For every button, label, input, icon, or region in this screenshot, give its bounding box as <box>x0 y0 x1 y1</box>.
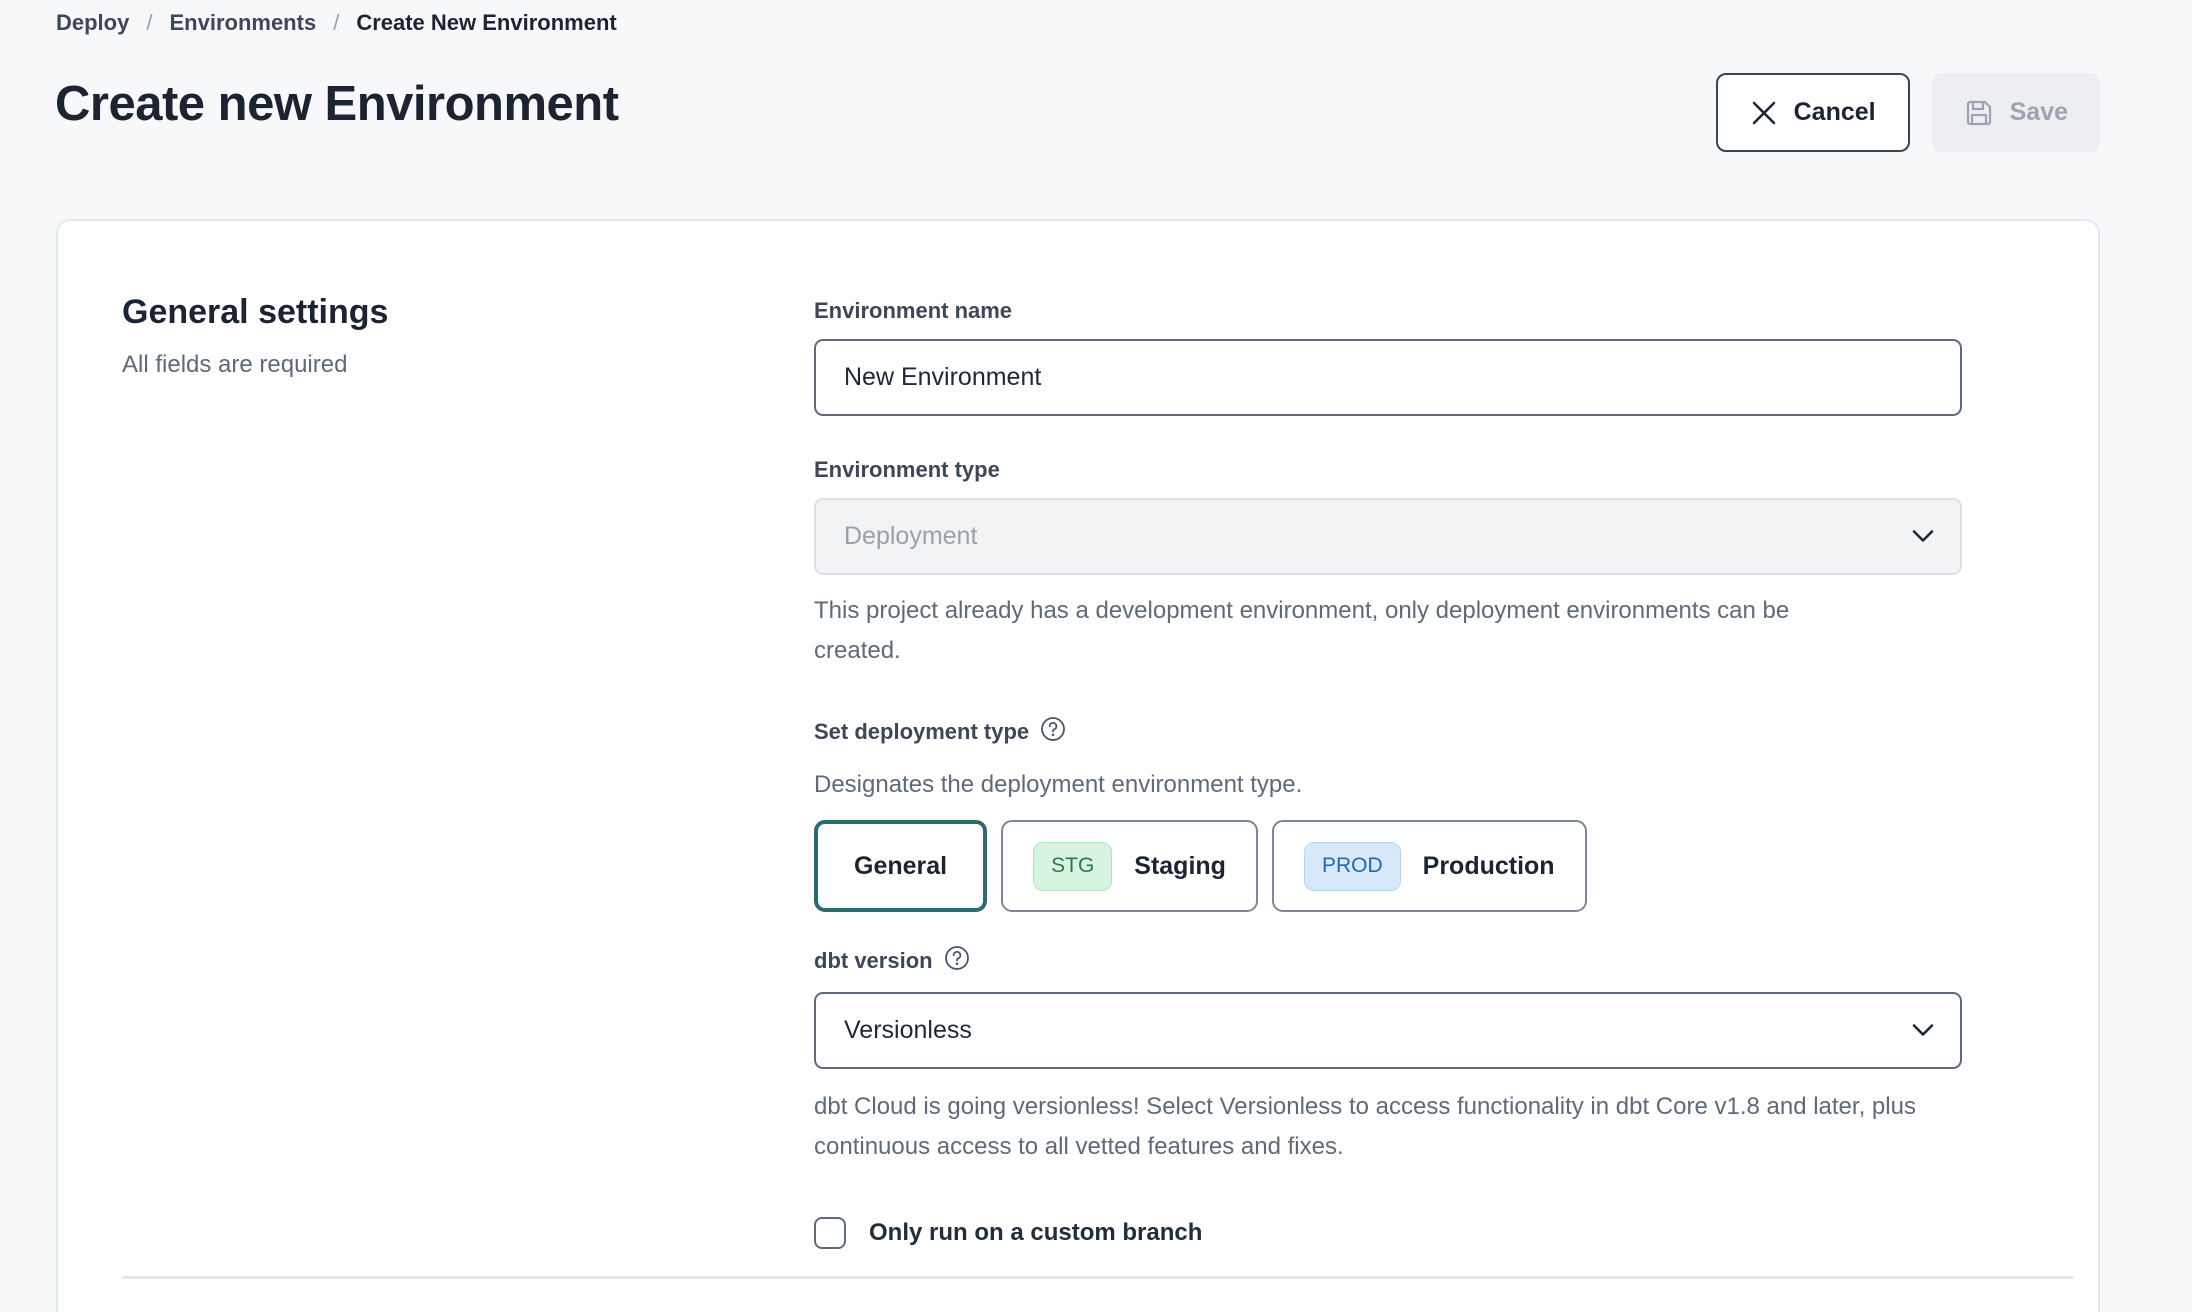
breadcrumb-environments[interactable]: Environments <box>169 10 316 36</box>
dbt-version-select[interactable]: Versionless <box>814 992 1962 1069</box>
create-environment-page: Deploy / Environments / Create New Envir… <box>0 0 2192 1312</box>
help-icon[interactable] <box>944 945 970 977</box>
environment-type-label: Environment type <box>814 457 1962 483</box>
chevron-down-icon <box>1911 1016 1935 1045</box>
general-settings-card: General settings All fields are required… <box>56 219 2100 1312</box>
environment-type-helper: This project already has a development e… <box>814 591 1839 671</box>
deployment-type-general-button[interactable]: General <box>814 820 987 912</box>
deployment-type-helper: Designates the deployment environment ty… <box>814 765 1962 805</box>
staging-badge: STG <box>1033 842 1112 891</box>
deployment-type-options: General STG Staging PROD Production <box>814 820 1962 912</box>
breadcrumb-current: Create New Environment <box>356 10 616 36</box>
section-subtitle: All fields are required <box>122 351 388 379</box>
page-title: Create new Environment <box>55 76 619 132</box>
chevron-down-icon <box>1911 522 1935 551</box>
cancel-button-label: Cancel <box>1794 98 1876 127</box>
general-option-label: General <box>854 852 947 881</box>
staging-option-label: Staging <box>1134 852 1226 881</box>
deployment-type-production-button[interactable]: PROD Production <box>1272 820 1587 912</box>
environment-type-select[interactable]: Deployment <box>814 498 1962 575</box>
close-icon <box>1750 99 1778 127</box>
environment-type-value: Deployment <box>844 522 977 551</box>
deployment-type-staging-button[interactable]: STG Staging <box>1001 820 1258 912</box>
dbt-version-value: Versionless <box>844 1016 972 1045</box>
deployment-type-label: Set deployment type <box>814 716 1962 748</box>
section-info: General settings All fields are required <box>122 293 388 379</box>
section-divider <box>122 1276 2074 1279</box>
production-option-label: Production <box>1423 852 1555 881</box>
save-floppy-icon <box>1964 98 1994 128</box>
custom-branch-row: Only run on a custom branch <box>814 1217 1962 1249</box>
environment-name-input[interactable] <box>814 339 1962 416</box>
breadcrumb-deploy[interactable]: Deploy <box>56 10 129 36</box>
help-icon[interactable] <box>1040 716 1066 748</box>
breadcrumb-separator: / <box>333 10 339 36</box>
header-actions: Cancel Save <box>1716 73 2100 152</box>
custom-branch-label: Only run on a custom branch <box>869 1219 1202 1247</box>
custom-branch-checkbox[interactable] <box>814 1217 846 1249</box>
dbt-version-helper: dbt Cloud is going versionless! Select V… <box>814 1087 1962 1167</box>
cancel-button[interactable]: Cancel <box>1716 73 1910 152</box>
environment-form: Environment name Environment type Deploy… <box>814 298 1962 1249</box>
production-badge: PROD <box>1304 842 1401 891</box>
environment-name-label: Environment name <box>814 298 1962 324</box>
save-button-label: Save <box>2010 98 2068 127</box>
save-button[interactable]: Save <box>1932 73 2100 152</box>
breadcrumb: Deploy / Environments / Create New Envir… <box>56 10 617 36</box>
section-title: General settings <box>122 293 388 332</box>
breadcrumb-separator: / <box>146 10 152 36</box>
dbt-version-label: dbt version <box>814 945 1962 977</box>
